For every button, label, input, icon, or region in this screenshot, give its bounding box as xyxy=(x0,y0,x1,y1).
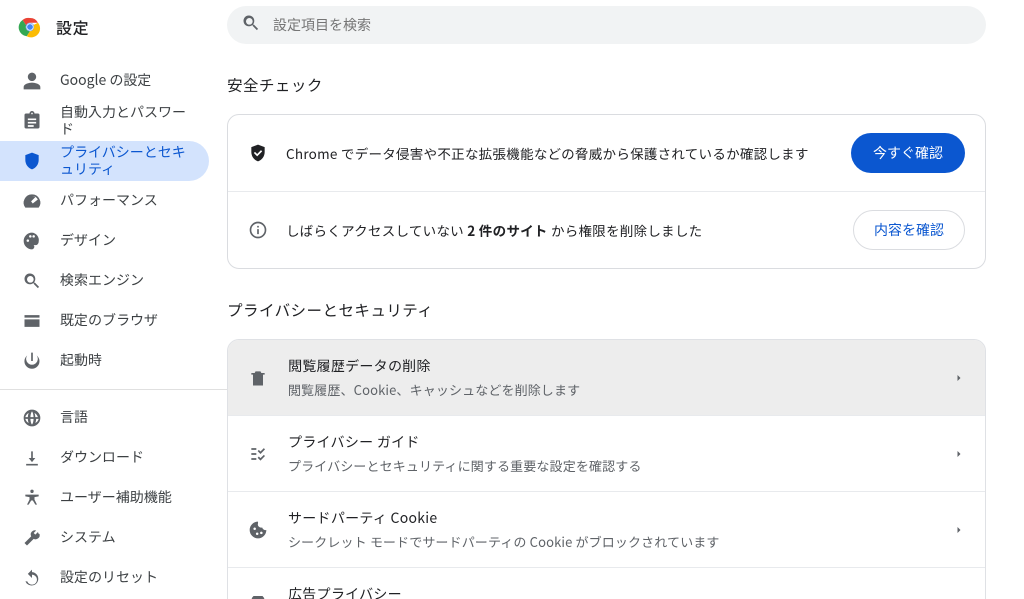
row-title: プライバシー ガイド xyxy=(288,432,933,452)
permissions-removed-text: しばらくアクセスしていない 2 件のサイト から権限を削除しました xyxy=(286,220,835,240)
sidebar-item-label: プライバシーとセキュリティ xyxy=(60,144,187,179)
sidebar-item-label: デザイン xyxy=(60,232,116,250)
sidebar-item[interactable]: 言語 xyxy=(0,398,209,438)
cookie-icon xyxy=(248,520,268,540)
safety-check-now-button[interactable]: 今すぐ確認 xyxy=(851,133,965,173)
power-icon xyxy=(22,351,42,371)
chevron-right-icon xyxy=(953,448,965,460)
sidebar-item-label: 設定のリセット xyxy=(60,569,158,587)
page-header: 設定 xyxy=(0,0,227,55)
person-icon xyxy=(22,71,42,91)
download-icon xyxy=(22,448,42,468)
privacy-security-heading: プライバシーとセキュリティ xyxy=(227,299,986,321)
wrench-icon xyxy=(22,528,42,548)
safety-check-heading: 安全チェック xyxy=(227,74,986,96)
sidebar-item-label: 言語 xyxy=(60,409,88,427)
sidebar-item-label: パフォーマンス xyxy=(60,192,158,210)
sidebar: 設定 Google の設定自動入力とパスワードプライバシーとセキュリティパフォー… xyxy=(0,0,227,599)
row-subtitle: 閲覧履歴、Cookie、キャッシュなどを削除します xyxy=(288,380,933,399)
chevron-right-icon xyxy=(953,372,965,384)
sidebar-item-label: 既定のブラウザ xyxy=(60,312,158,330)
privacy-list-row[interactable]: サードパーティ Cookie シークレット モードでサードパーティの Cooki… xyxy=(228,491,985,567)
sidebar-item[interactable]: 設定のリセット xyxy=(0,558,209,598)
chrome-logo-icon xyxy=(18,15,42,39)
sidebar-item[interactable]: 起動時 xyxy=(0,341,209,381)
safety-check-row-permissions: しばらくアクセスしていない 2 件のサイト から権限を削除しました 内容を確認 xyxy=(228,191,985,268)
sidebar-scroll[interactable]: Google の設定自動入力とパスワードプライバシーとセキュリティパフォーマンス… xyxy=(0,55,227,599)
safety-check-text: Chrome でデータ侵害や不正な拡張機能などの脅威から保護されているか確認しま… xyxy=(286,143,833,163)
globe-icon xyxy=(22,408,42,428)
sidebar-item[interactable]: ユーザー補助機能 xyxy=(0,478,209,518)
accessibility-icon xyxy=(22,488,42,508)
shield-icon xyxy=(22,151,42,171)
restore-icon xyxy=(22,568,42,588)
checklist-icon xyxy=(248,444,268,464)
assignment-icon xyxy=(22,111,42,131)
sidebar-item[interactable]: パフォーマンス xyxy=(0,181,209,221)
ads-icon xyxy=(248,596,268,599)
sidebar-item-label: ユーザー補助機能 xyxy=(60,489,172,507)
sidebar-item-label: 検索エンジン xyxy=(60,272,144,290)
sidebar-item-label: 起動時 xyxy=(60,352,102,370)
row-subtitle: プライバシーとセキュリティに関する重要な設定を確認する xyxy=(288,456,933,475)
search-icon xyxy=(241,13,273,37)
verified-shield-icon xyxy=(248,143,268,163)
safety-check-row-status: Chrome でデータ侵害や不正な拡張機能などの脅威から保護されているか確認しま… xyxy=(228,115,985,191)
sidebar-item-label: 自動入力とパスワード xyxy=(60,104,187,139)
search-icon xyxy=(22,271,42,291)
sidebar-item[interactable]: プライバシーとセキュリティ xyxy=(0,141,209,181)
row-title: 閲覧履歴データの削除 xyxy=(288,356,933,376)
search-input[interactable] xyxy=(273,17,972,33)
row-title: サードパーティ Cookie xyxy=(288,508,933,528)
main-content: 安全チェック Chrome でデータ侵害や不正な拡張機能などの脅威から保護されて… xyxy=(227,0,1024,599)
row-subtitle: シークレット モードでサードパーティの Cookie がブロックされています xyxy=(288,532,933,551)
privacy-settings-list: 閲覧履歴データの削除 閲覧履歴、Cookie、キャッシュなどを削除します プライ… xyxy=(227,339,986,599)
sidebar-item[interactable]: システム xyxy=(0,518,209,558)
privacy-list-row[interactable]: プライバシー ガイド プライバシーとセキュリティに関する重要な設定を確認する xyxy=(228,415,985,491)
info-icon xyxy=(248,220,268,240)
sidebar-item[interactable]: 自動入力とパスワード xyxy=(0,101,209,141)
sidebar-item[interactable]: デザイン xyxy=(0,221,209,261)
privacy-list-row[interactable]: 閲覧履歴データの削除 閲覧履歴、Cookie、キャッシュなどを削除します xyxy=(228,340,985,415)
safety-check-card: Chrome でデータ侵害や不正な拡張機能などの脅威から保護されているか確認しま… xyxy=(227,114,986,269)
speed-icon xyxy=(22,191,42,211)
sidebar-item[interactable]: 既定のブラウザ xyxy=(0,301,209,341)
sidebar-item[interactable]: 検索エンジン xyxy=(0,261,209,301)
review-permissions-button[interactable]: 内容を確認 xyxy=(853,210,965,250)
sidebar-item[interactable]: ダウンロード xyxy=(0,438,209,478)
privacy-list-row[interactable]: 広告プライバシー ウェブサイトが広告表示に使用する情報をカスタマイズします xyxy=(228,567,985,599)
row-title: 広告プライバシー xyxy=(288,584,933,599)
page-title: 設定 xyxy=(56,15,90,39)
browser-icon xyxy=(22,311,42,331)
sidebar-item-label: Google の設定 xyxy=(60,72,151,90)
palette-icon xyxy=(22,231,42,251)
sidebar-item-label: システム xyxy=(60,529,116,547)
sidebar-item-label: ダウンロード xyxy=(60,449,144,467)
trash-icon xyxy=(248,368,268,388)
chevron-right-icon xyxy=(953,524,965,536)
sidebar-item[interactable]: Google の設定 xyxy=(0,61,209,101)
search-bar[interactable] xyxy=(227,6,986,44)
